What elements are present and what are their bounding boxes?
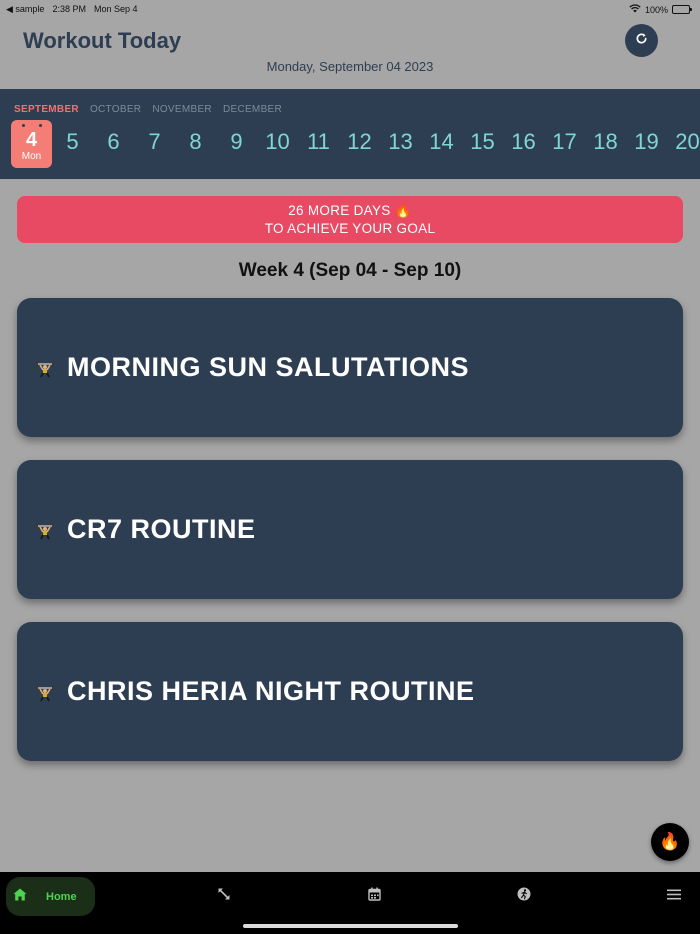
weightlifter-icon [35,358,55,378]
workout-name: MORNING SUN SALUTATIONS [67,352,469,382]
day-item[interactable]: 7 [134,129,175,155]
day-item[interactable]: 20 [667,129,700,155]
day-item[interactable]: 15 [462,129,503,155]
workout-card[interactable]: CR7 ROUTINE [17,460,683,599]
month-tabs: SEPTEMBER OCTOBER NOVEMBER DECEMBER [14,104,282,115]
calendar-icon [367,887,381,906]
selected-day[interactable]: 4 Mon [11,120,52,168]
battery-icon [672,5,692,14]
day-item[interactable]: 18 [585,129,626,155]
nav-activity[interactable] [515,887,533,905]
selected-day-number: 4 [25,129,38,151]
nav-expand[interactable] [215,887,233,905]
day-item[interactable]: 17 [544,129,585,155]
workout-card[interactable]: MORNING SUN SALUTATIONS [17,298,683,437]
day-item[interactable]: 12 [339,129,380,155]
month-tab-november[interactable]: NOVEMBER [152,104,212,115]
back-to-app[interactable]: ◀ sample [6,4,44,15]
battery-percent: 100% [644,4,668,15]
fire-icon: 🔥 [659,832,681,851]
status-time: 2:38 PM [52,4,86,14]
current-date: Monday, September 04 2023 [266,59,434,74]
weightlifter-icon [35,682,55,702]
runner-icon [517,887,531,906]
expand-icon [217,887,231,906]
goal-banner-line2: TO ACHIEVE YOUR GOAL [264,220,436,236]
day-item[interactable]: 11 [298,129,339,155]
home-indicator[interactable] [243,924,458,928]
weightlifter-icon [35,520,55,540]
selected-day-weekday: Mon [21,151,42,162]
day-item[interactable]: 13 [380,129,421,155]
menu-icon [667,887,681,905]
workout-card[interactable]: CHRIS HERIA NIGHT ROUTINE [17,622,683,761]
date-picker-strip: SEPTEMBER OCTOBER NOVEMBER DECEMBER 4 Mo… [0,89,700,179]
day-item[interactable]: 10 [257,129,298,155]
month-tab-october[interactable]: OCTOBER [90,104,141,115]
calendar-rings-icon [11,124,52,127]
nav-home-label: Home [46,890,77,903]
day-item[interactable]: 16 [503,129,544,155]
wifi-icon [629,4,641,15]
day-list: 5 6 7 8 9 10 11 12 13 14 15 16 17 18 19 … [52,129,700,155]
day-item[interactable]: 14 [421,129,462,155]
week-title: Week 4 (Sep 04 - Sep 10) [238,260,462,281]
status-bar: ◀ sample 2:38 PM Mon Sep 4 100% [0,0,700,18]
day-item[interactable]: 19 [626,129,667,155]
month-tab-september[interactable]: SEPTEMBER [14,104,79,115]
day-item[interactable]: 8 [175,129,216,155]
day-item[interactable]: 6 [93,129,134,155]
nav-calendar[interactable] [365,887,383,905]
day-item[interactable]: 5 [52,129,93,155]
workout-name: CHRIS HERIA NIGHT ROUTINE [67,676,475,706]
goal-banner: 26 MORE DAYS 🔥 TO ACHIEVE YOUR GOAL [17,196,683,243]
day-item[interactable]: 9 [216,129,257,155]
nav-home[interactable]: Home [6,877,95,916]
workout-name: CR7 ROUTINE [67,514,256,544]
month-tab-december[interactable]: DECEMBER [223,104,282,115]
goal-banner-line1: 26 MORE DAYS 🔥 [288,203,412,218]
streak-fab[interactable]: 🔥 [651,823,689,861]
home-icon [13,888,27,906]
refresh-icon [635,32,648,50]
refresh-button[interactable] [625,24,658,57]
nav-menu[interactable] [665,887,683,905]
page-title: Workout Today [23,28,182,53]
status-date: Mon Sep 4 [93,4,138,14]
